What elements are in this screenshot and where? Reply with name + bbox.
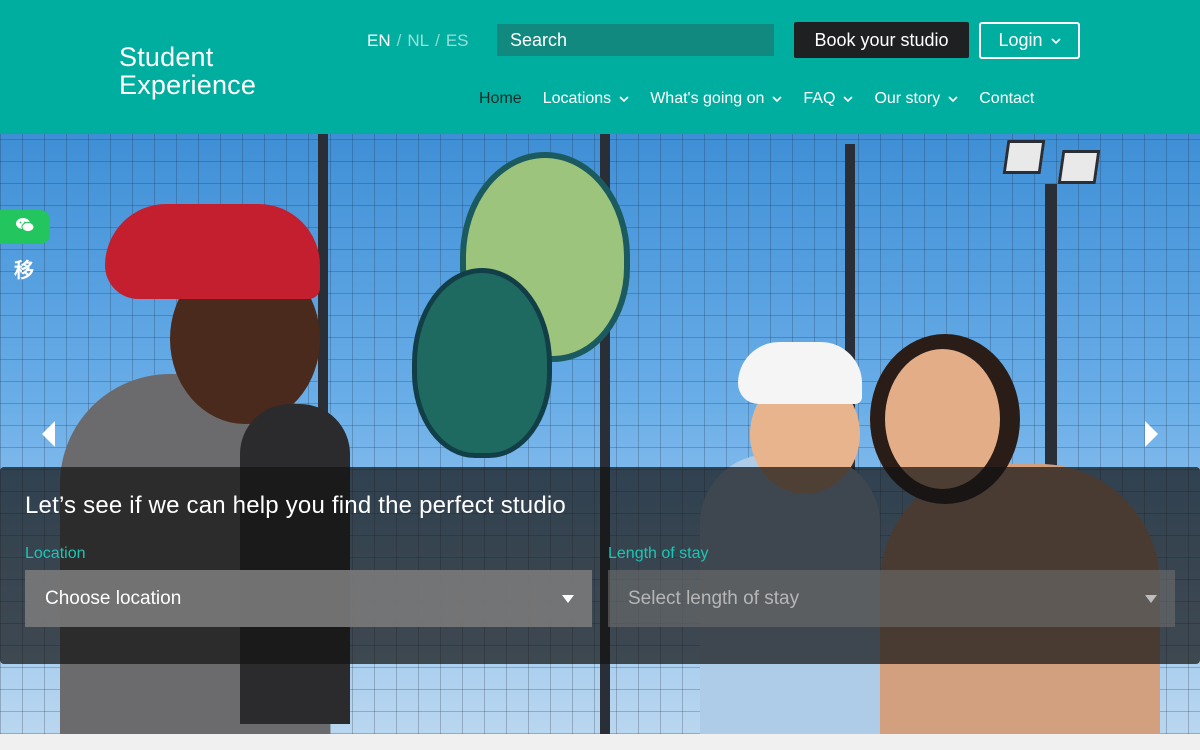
lang-en[interactable]: EN — [367, 31, 391, 51]
location-select-value: Choose location — [45, 587, 182, 609]
nav-label: Locations — [542, 90, 612, 107]
finder-title: Let’s see if we can help you find the pe… — [25, 492, 566, 519]
chevron-down-icon — [843, 96, 854, 102]
chevron-right-icon[interactable] — [1144, 420, 1160, 448]
padel-racket — [412, 268, 552, 458]
logo-line-2: Experience — [119, 70, 257, 100]
main-nav: Home Locations What's going on FAQ Our s… — [479, 88, 1055, 110]
chevron-down-icon — [772, 96, 782, 102]
login-label: Login — [998, 30, 1043, 50]
wechat-widget[interactable] — [0, 210, 50, 244]
nav-label: FAQ — [803, 90, 836, 107]
length-of-stay-placeholder: Select length of stay — [628, 587, 800, 609]
site-logo[interactable]: Student Experience — [119, 43, 256, 99]
lang-separator: / — [396, 31, 402, 50]
chevron-down-icon — [619, 96, 629, 102]
page-bottom-strip — [0, 734, 1200, 750]
nav-label: What's going on — [650, 90, 765, 107]
nav-label: Our story — [874, 90, 941, 107]
chevron-left-icon[interactable] — [40, 420, 56, 448]
chevron-down-icon — [948, 96, 958, 102]
lang-nl[interactable]: NL — [407, 31, 429, 51]
wechat-widget-label[interactable]: 移 — [14, 254, 34, 283]
nav-label: Home — [479, 90, 522, 107]
nav-contact[interactable]: Contact — [979, 88, 1034, 110]
studio-finder-panel: Let’s see if we can help you find the pe… — [0, 467, 1200, 664]
red-cap — [105, 204, 320, 299]
nav-home[interactable]: Home — [479, 88, 522, 110]
length-of-stay-select[interactable]: Select length of stay — [608, 570, 1175, 627]
nav-whats-going-on[interactable]: What's going on — [650, 88, 782, 110]
site-header: Student Experience EN / NL / ES Search B… — [0, 0, 1200, 134]
lang-separator: / — [435, 31, 440, 50]
wechat-icon — [15, 217, 35, 238]
location-select[interactable]: Choose location — [25, 570, 592, 627]
caret-down-icon — [562, 594, 574, 603]
search-input[interactable]: Search — [497, 24, 774, 56]
book-studio-button[interactable]: Book your studio — [794, 22, 969, 58]
search-placeholder: Search — [510, 29, 568, 50]
nav-locations[interactable]: Locations — [543, 88, 630, 110]
location-label: Location — [25, 545, 86, 562]
caret-down-icon — [1145, 594, 1157, 603]
lang-es[interactable]: ES — [446, 31, 469, 51]
nav-our-story[interactable]: Our story — [874, 88, 958, 110]
logo-line-1: Student — [119, 42, 214, 72]
floodlight — [1057, 150, 1101, 184]
white-cap — [738, 342, 862, 404]
nav-faq[interactable]: FAQ — [803, 88, 854, 110]
login-button[interactable]: Login — [979, 22, 1080, 59]
language-switcher: EN / NL / ES — [367, 31, 469, 51]
nav-label: Contact — [979, 90, 1035, 107]
chevron-down-icon — [1050, 37, 1061, 44]
length-of-stay-label: Length of stay — [608, 545, 709, 562]
floodlight — [1002, 140, 1046, 174]
